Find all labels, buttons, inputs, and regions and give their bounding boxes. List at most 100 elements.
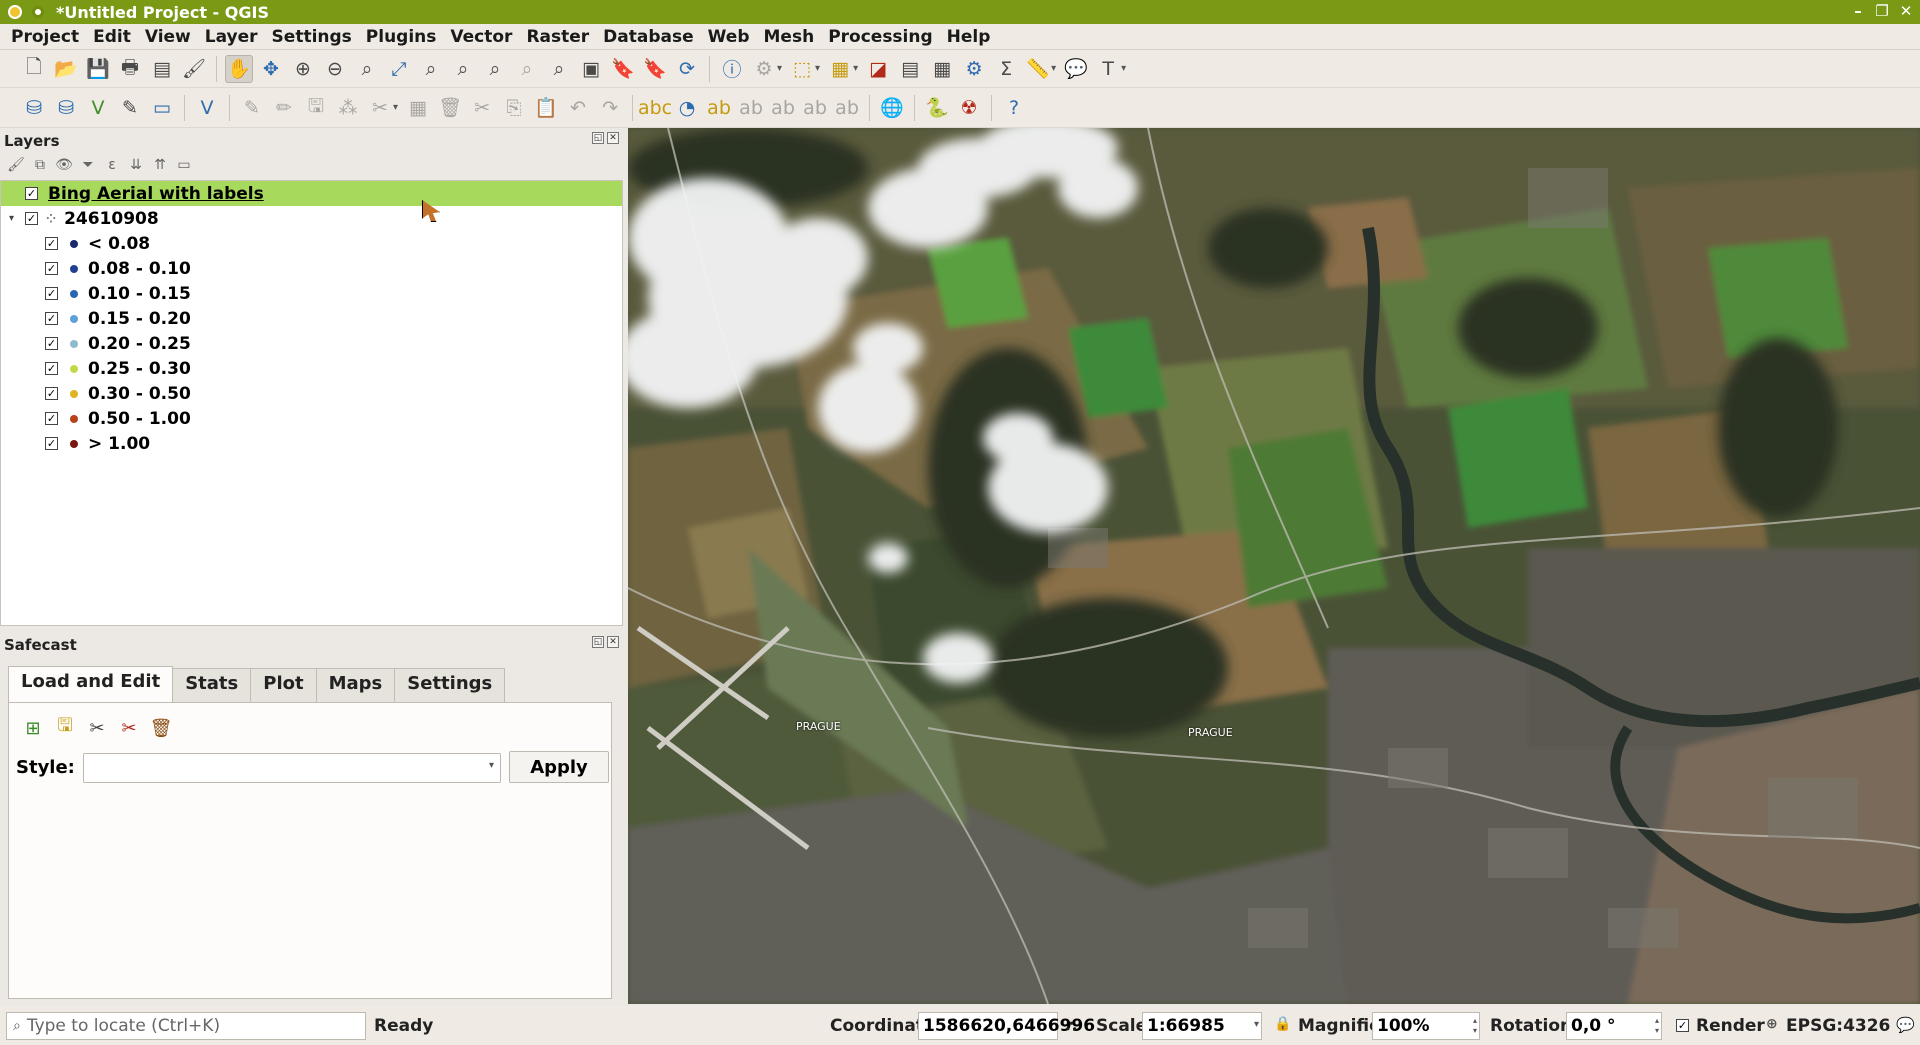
close-panel-icon[interactable]: ✕ bbox=[607, 132, 619, 144]
pan-map-icon[interactable]: ✋ bbox=[225, 54, 253, 83]
zoom-last-icon[interactable]: ⌕ bbox=[513, 55, 541, 83]
new-project-icon[interactable]: 🗋 bbox=[20, 55, 48, 83]
pin-labels-icon[interactable]: ab bbox=[705, 94, 733, 122]
toggle-extents-icon[interactable]: ⛬ bbox=[1066, 1016, 1077, 1034]
new-bookmark-icon[interactable]: 🔖 bbox=[609, 55, 637, 83]
add-wms-layer-icon[interactable]: ▭ bbox=[148, 94, 176, 122]
new-geopackage-layer-icon[interactable]: ⛁ bbox=[52, 94, 80, 122]
expand-all-icon[interactable]: ⇊ bbox=[126, 157, 146, 177]
class-visibility-checkbox[interactable]: ✓ bbox=[45, 337, 58, 350]
layer-row-24610908[interactable]: ▾ ✓ ⁘ 24610908 bbox=[1, 206, 622, 231]
float-panel-icon[interactable]: ◱ bbox=[592, 636, 604, 648]
processing-toolbox-icon[interactable]: ⚙ bbox=[960, 55, 988, 83]
zoom-rubberband-icon[interactable]: ⌕ bbox=[353, 55, 381, 83]
layer-visibility-checkbox[interactable]: ✓ bbox=[25, 187, 38, 200]
zoom-full-icon[interactable]: ⤢ bbox=[385, 55, 413, 83]
tab-maps[interactable]: Maps bbox=[315, 668, 396, 702]
delete-selected-icon[interactable]: 🗑 bbox=[436, 94, 464, 122]
expand-arrow-icon[interactable]: ▾ bbox=[9, 213, 19, 224]
class-visibility-checkbox[interactable]: ✓ bbox=[45, 312, 58, 325]
identify-features-icon[interactable]: ⓘ bbox=[718, 55, 746, 83]
legend-class-row[interactable]: ✓ 0.10 - 0.15 bbox=[1, 281, 622, 306]
chevron-down-icon[interactable]: ▾ bbox=[1051, 63, 1056, 74]
menu-project[interactable]: Project bbox=[4, 27, 86, 47]
tab-load-and-edit[interactable]: Load and Edit bbox=[8, 666, 174, 702]
magnifier-field[interactable]: 100% ▴ ▾ bbox=[1372, 1012, 1480, 1040]
text-annotation-icon[interactable]: T bbox=[1094, 55, 1122, 83]
tab-plot[interactable]: Plot bbox=[250, 668, 317, 702]
new-shapefile-icon[interactable]: ✎ bbox=[116, 94, 144, 122]
messages-icon[interactable]: 💬 bbox=[1896, 1016, 1915, 1034]
legend-class-row[interactable]: ✓ 0.20 - 0.25 bbox=[1, 331, 622, 356]
menu-help[interactable]: Help bbox=[940, 27, 998, 47]
diagram-tool-icon[interactable]: ◔ bbox=[673, 94, 701, 122]
legend-class-row[interactable]: ✓ 0.30 - 0.50 bbox=[1, 381, 622, 406]
toggle-editing-icon[interactable]: ✏ bbox=[270, 94, 298, 122]
deselect-features-icon[interactable]: ◪ bbox=[864, 55, 892, 83]
modify-attributes-icon[interactable]: ▦ bbox=[404, 94, 432, 122]
menu-processing[interactable]: Processing bbox=[821, 27, 939, 47]
rotate-label-icon[interactable]: ab bbox=[801, 94, 829, 122]
menu-settings[interactable]: Settings bbox=[265, 27, 359, 47]
menu-vector[interactable]: Vector bbox=[443, 27, 519, 47]
new-print-layout-icon[interactable]: 🖶 bbox=[116, 55, 144, 83]
menu-layer[interactable]: Layer bbox=[198, 27, 265, 47]
render-checkbox[interactable]: ✓ bbox=[1676, 1019, 1689, 1032]
filter-legend-icon[interactable]: ⏷ bbox=[78, 157, 98, 177]
layer-row-bing[interactable]: ✓ Bing Aerial with labels bbox=[1, 181, 622, 206]
map-tips-icon[interactable]: 💬 bbox=[1062, 55, 1090, 83]
chevron-down-icon[interactable]: ▾ bbox=[777, 63, 782, 74]
add-group-icon[interactable]: ⧉ bbox=[30, 157, 50, 177]
zoom-native-icon[interactable]: ⌕ bbox=[481, 55, 509, 83]
menu-web[interactable]: Web bbox=[701, 27, 757, 47]
crs-button[interactable]: EPSG:4326 bbox=[1786, 1016, 1890, 1036]
redo-icon[interactable]: ↷ bbox=[596, 94, 624, 122]
menu-raster[interactable]: Raster bbox=[519, 27, 596, 47]
chevron-down-icon[interactable]: ▾ bbox=[1121, 63, 1126, 74]
layer-visibility-checkbox[interactable]: ✓ bbox=[25, 212, 38, 225]
close-panel-icon[interactable]: ✕ bbox=[607, 636, 619, 648]
refresh-icon[interactable]: ⟳ bbox=[673, 55, 701, 83]
layout-manager-icon[interactable]: ▤ bbox=[148, 55, 176, 83]
maximize-button[interactable]: ❐ bbox=[1874, 2, 1890, 20]
highlight-labels-icon[interactable]: ab bbox=[737, 94, 765, 122]
move-label-icon[interactable]: ab bbox=[769, 94, 797, 122]
menu-mesh[interactable]: Mesh bbox=[757, 27, 822, 47]
new-map-view-icon[interactable]: ▣ bbox=[577, 55, 605, 83]
zoom-next-icon[interactable]: ⌕ bbox=[545, 55, 573, 83]
chevron-down-icon[interactable]: ▾ bbox=[853, 63, 858, 74]
help-icon[interactable]: ? bbox=[1000, 94, 1028, 122]
save-log-icon[interactable]: 🖫 bbox=[53, 713, 77, 743]
add-vector-layer-icon[interactable]: V bbox=[84, 94, 112, 122]
vertex-tool-icon[interactable]: ✂ bbox=[366, 94, 394, 122]
menu-database[interactable]: Database bbox=[596, 27, 700, 47]
digitize-icon[interactable]: V bbox=[193, 94, 221, 122]
pan-to-selection-icon[interactable]: ✥ bbox=[257, 55, 285, 83]
style-panel-icon[interactable]: 🖌 bbox=[6, 157, 26, 177]
paste-features-icon[interactable]: 📋 bbox=[532, 94, 560, 122]
safecast-plugin-icon[interactable]: ☢ bbox=[955, 94, 983, 122]
legend-class-row[interactable]: ✓ 0.25 - 0.30 bbox=[1, 356, 622, 381]
tab-stats[interactable]: Stats bbox=[172, 668, 252, 702]
select-by-value-icon[interactable]: ▦ bbox=[826, 55, 854, 83]
save-layer-edits-icon[interactable]: 🖫 bbox=[302, 94, 330, 122]
globe-icon[interactable]: ⊕ bbox=[1766, 1016, 1778, 1032]
lock-scale-icon[interactable]: 🔒 bbox=[1274, 1016, 1291, 1032]
chevron-down-icon[interactable]: ▾ bbox=[815, 63, 820, 74]
class-visibility-checkbox[interactable]: ✓ bbox=[45, 287, 58, 300]
menu-view[interactable]: View bbox=[138, 27, 198, 47]
rotation-field[interactable]: 0,0 ° ▴ ▾ bbox=[1566, 1012, 1662, 1040]
legend-class-row[interactable]: ✓ > 1.00 bbox=[1, 431, 622, 456]
undo-icon[interactable]: ↶ bbox=[564, 94, 592, 122]
legend-class-row[interactable]: ✓ 0.15 - 0.20 bbox=[1, 306, 622, 331]
filter-by-expression-icon[interactable]: ε bbox=[102, 157, 122, 177]
locator-bar[interactable]: ⌕ Type to locate (Ctrl+K) bbox=[6, 1012, 366, 1040]
load-log-icon[interactable]: ⊞ bbox=[21, 718, 45, 739]
zoom-to-layer-icon[interactable]: ⌕ bbox=[449, 55, 477, 83]
map-canvas[interactable]: PRAGUE PRAGUE bbox=[628, 128, 1920, 1004]
python-console-icon[interactable]: 🐍 bbox=[923, 94, 951, 122]
locator-input[interactable]: Type to locate (Ctrl+K) bbox=[27, 1016, 220, 1036]
current-edits-icon[interactable]: ✎ bbox=[238, 94, 266, 122]
manage-map-themes-icon[interactable]: 👁 bbox=[54, 157, 74, 177]
legend-class-row[interactable]: ✓ 0.50 - 1.00 bbox=[1, 406, 622, 431]
